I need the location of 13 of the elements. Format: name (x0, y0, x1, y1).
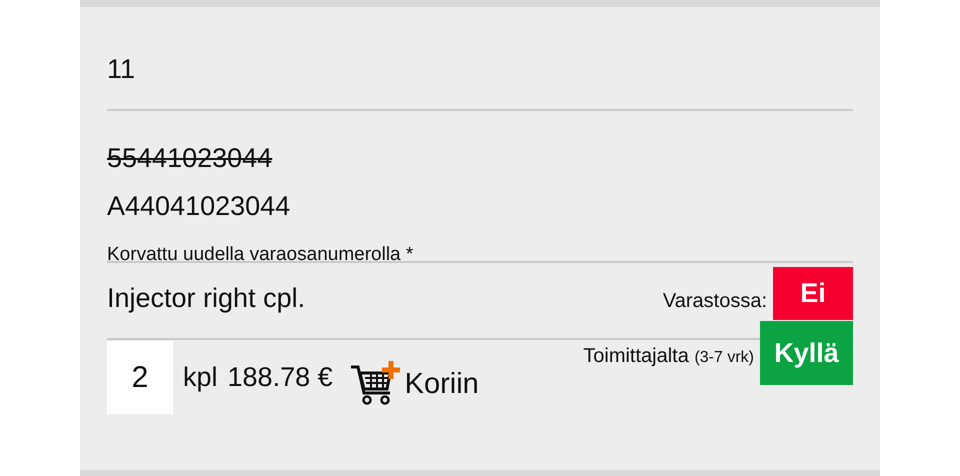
unit-label: kpl (183, 362, 218, 393)
replacement-note: Korvattu uudella varaosanumerolla * (107, 244, 414, 266)
availability-label: Varastossa: (662, 290, 767, 313)
price: 188.78 € (228, 362, 333, 393)
availability-badge: Ei (773, 267, 853, 320)
item-number: 11 (107, 53, 136, 86)
quantity-field[interactable]: 2 (107, 341, 173, 414)
old-part-number: 55441023044 (107, 142, 272, 175)
add-to-cart-button[interactable]: Koriin (348, 360, 479, 408)
availability-label: Toimittajalta (3-7 vrk) (583, 345, 754, 368)
part-number: A44041023044 (107, 190, 290, 223)
part-description: Injector right cpl. (107, 283, 306, 314)
availability-badge: Kyllä (760, 321, 853, 385)
